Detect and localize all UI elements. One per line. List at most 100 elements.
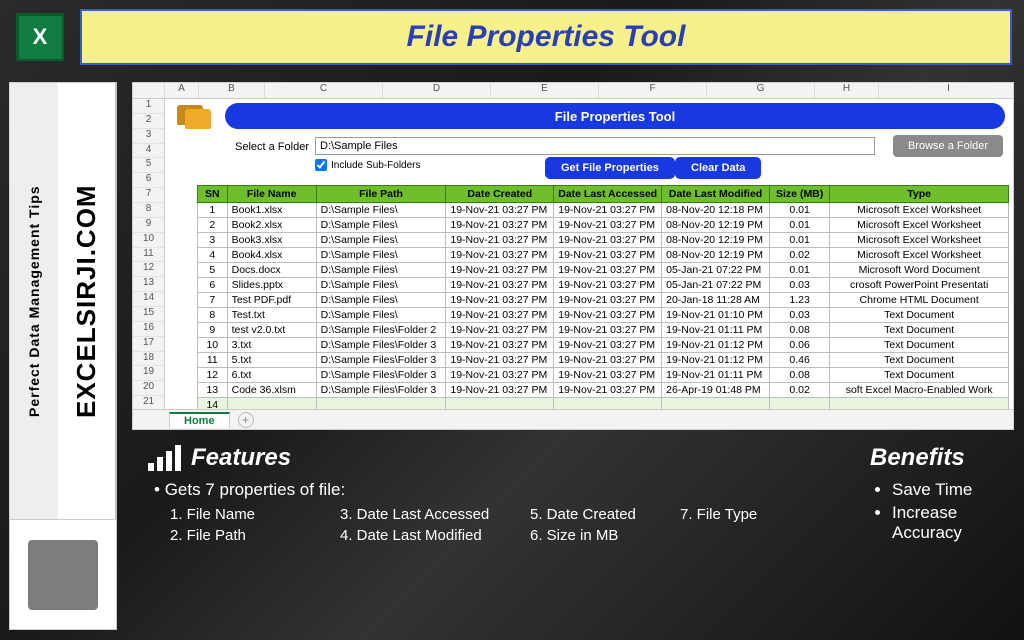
table-cell[interactable]: D:\Sample Files\ [316,233,446,248]
table-cell[interactable]: 19-Nov-21 03:27 PM [446,338,554,353]
table-cell[interactable]: 0.08 [769,323,829,338]
table-row[interactable]: 5Docs.docxD:\Sample Files\19-Nov-21 03:2… [198,263,1009,278]
table-cell[interactable]: 0.01 [769,263,829,278]
table-row[interactable]: 8Test.txtD:\Sample Files\19-Nov-21 03:27… [198,308,1009,323]
col-I[interactable]: I [879,83,1014,98]
table-cell[interactable]: D:\Sample Files\Folder 3 [316,383,446,398]
table-cell[interactable]: D:\Sample Files\Folder 2 [316,323,446,338]
table-cell[interactable]: D:\Sample Files\Folder 3 [316,368,446,383]
table-cell[interactable]: Text Document [830,308,1009,323]
table-cell[interactable]: Microsoft Word Document [830,263,1009,278]
include-subfolders-input[interactable] [315,159,327,171]
row-header[interactable]: 7 [133,188,164,203]
table-cell[interactable]: 19-Nov-21 01:11 PM [662,323,770,338]
table-cell[interactable]: 11 [198,353,228,368]
get-file-properties-button[interactable]: Get File Properties [545,157,675,179]
table-cell[interactable]: Microsoft Excel Worksheet [830,218,1009,233]
table-cell[interactable]: 19-Nov-21 03:27 PM [554,203,662,218]
table-cell[interactable]: 19-Nov-21 01:11 PM [662,368,770,383]
table-cell[interactable]: 05-Jan-21 07:22 PM [662,278,770,293]
table-cell[interactable]: 08-Nov-20 12:18 PM [662,203,770,218]
col-A[interactable]: A [165,83,199,98]
table-cell[interactable]: Microsoft Excel Worksheet [830,203,1009,218]
table-cell[interactable]: 20-Jan-18 11:28 AM [662,293,770,308]
table-cell[interactable]: 19-Nov-21 03:27 PM [554,368,662,383]
row-header[interactable]: 18 [133,352,164,367]
table-cell[interactable]: 19-Nov-21 03:27 PM [446,368,554,383]
table-cell[interactable]: 1 [198,203,228,218]
table-header-cell[interactable]: Date Last Accessed [554,186,662,203]
table-cell[interactable]: D:\Sample Files\ [316,263,446,278]
table-cell[interactable]: 5.txt [227,353,316,368]
table-cell[interactable]: D:\Sample Files\ [316,308,446,323]
table-cell[interactable]: 19-Nov-21 03:27 PM [554,278,662,293]
table-cell[interactable]: 19-Nov-21 03:27 PM [446,263,554,278]
row-header[interactable]: 15 [133,307,164,322]
table-cell[interactable]: 19-Nov-21 03:27 PM [446,278,554,293]
table-cell[interactable]: 12 [198,368,228,383]
table-cell[interactable]: 9 [198,323,228,338]
row-header[interactable]: 1 [133,99,164,114]
table-cell[interactable]: D:\Sample Files\Folder 3 [316,338,446,353]
table-cell[interactable]: Slides.pptx [227,278,316,293]
row-header[interactable]: 6 [133,173,164,188]
table-cell[interactable]: 0.02 [769,248,829,263]
table-cell[interactable]: D:\Sample Files\Folder 3 [316,353,446,368]
table-header-cell[interactable]: Date Last Modified [662,186,770,203]
table-cell[interactable]: Code 36.xlsm [227,383,316,398]
table-cell[interactable]: 0.01 [769,203,829,218]
table-cell[interactable]: Book1.xlsx [227,203,316,218]
table-cell[interactable]: 19-Nov-21 01:10 PM [662,308,770,323]
table-cell[interactable]: D:\Sample Files\ [316,218,446,233]
table-header-cell[interactable]: SN [198,186,228,203]
table-cell[interactable]: Book2.xlsx [227,218,316,233]
col-E[interactable]: E [491,83,599,98]
table-cell[interactable]: 6 [198,278,228,293]
table-cell[interactable]: 3 [198,233,228,248]
table-cell[interactable]: 7 [198,293,228,308]
table-cell[interactable]: 19-Nov-21 03:27 PM [554,338,662,353]
table-cell[interactable]: Text Document [830,368,1009,383]
table-row[interactable]: 13Code 36.xlsmD:\Sample Files\Folder 319… [198,383,1009,398]
table-cell[interactable]: 19-Nov-21 01:12 PM [662,338,770,353]
col-D[interactable]: D [383,83,491,98]
col-F[interactable]: F [599,83,707,98]
table-cell[interactable]: 8 [198,308,228,323]
table-cell[interactable]: Microsoft Excel Worksheet [830,248,1009,263]
table-cell[interactable]: 5 [198,263,228,278]
table-cell[interactable]: 08-Nov-20 12:19 PM [662,248,770,263]
browse-folder-button[interactable]: Browse a Folder [893,135,1003,157]
table-cell[interactable]: 10 [198,338,228,353]
table-cell[interactable]: 0.06 [769,338,829,353]
table-cell[interactable]: 19-Nov-21 03:27 PM [446,293,554,308]
table-cell[interactable]: 08-Nov-20 12:19 PM [662,218,770,233]
table-cell[interactable]: 19-Nov-21 03:27 PM [554,218,662,233]
table-cell[interactable]: 13 [198,383,228,398]
table-row[interactable]: 3Book3.xlsxD:\Sample Files\19-Nov-21 03:… [198,233,1009,248]
col-C[interactable]: C [265,83,383,98]
table-cell[interactable]: test v2.0.txt [227,323,316,338]
row-header[interactable]: 9 [133,218,164,233]
table-cell[interactable]: Text Document [830,353,1009,368]
table-cell[interactable]: 6.txt [227,368,316,383]
table-cell[interactable]: 0.46 [769,353,829,368]
table-cell[interactable]: 3.txt [227,338,316,353]
row-header[interactable]: 16 [133,322,164,337]
table-cell[interactable]: 19-Nov-21 03:27 PM [446,323,554,338]
folder-path-input[interactable] [315,137,875,155]
file-properties-table[interactable]: SNFile NameFile PathDate CreatedDate Las… [197,185,1009,428]
table-cell[interactable]: 05-Jan-21 07:22 PM [662,263,770,278]
table-cell[interactable]: 19-Nov-21 03:27 PM [446,353,554,368]
table-header-cell[interactable]: Date Created [446,186,554,203]
table-cell[interactable]: 19-Nov-21 03:27 PM [446,383,554,398]
table-cell[interactable]: 0.03 [769,278,829,293]
clear-data-button[interactable]: Clear Data [675,157,761,179]
table-cell[interactable]: 19-Nov-21 03:27 PM [446,308,554,323]
table-cell[interactable]: Docs.docx [227,263,316,278]
row-header[interactable]: 17 [133,337,164,352]
new-sheet-button[interactable]: + [238,412,254,428]
table-cell[interactable]: Text Document [830,338,1009,353]
row-header[interactable]: 20 [133,381,164,396]
table-header-cell[interactable]: Type [830,186,1009,203]
table-cell[interactable]: 4 [198,248,228,263]
